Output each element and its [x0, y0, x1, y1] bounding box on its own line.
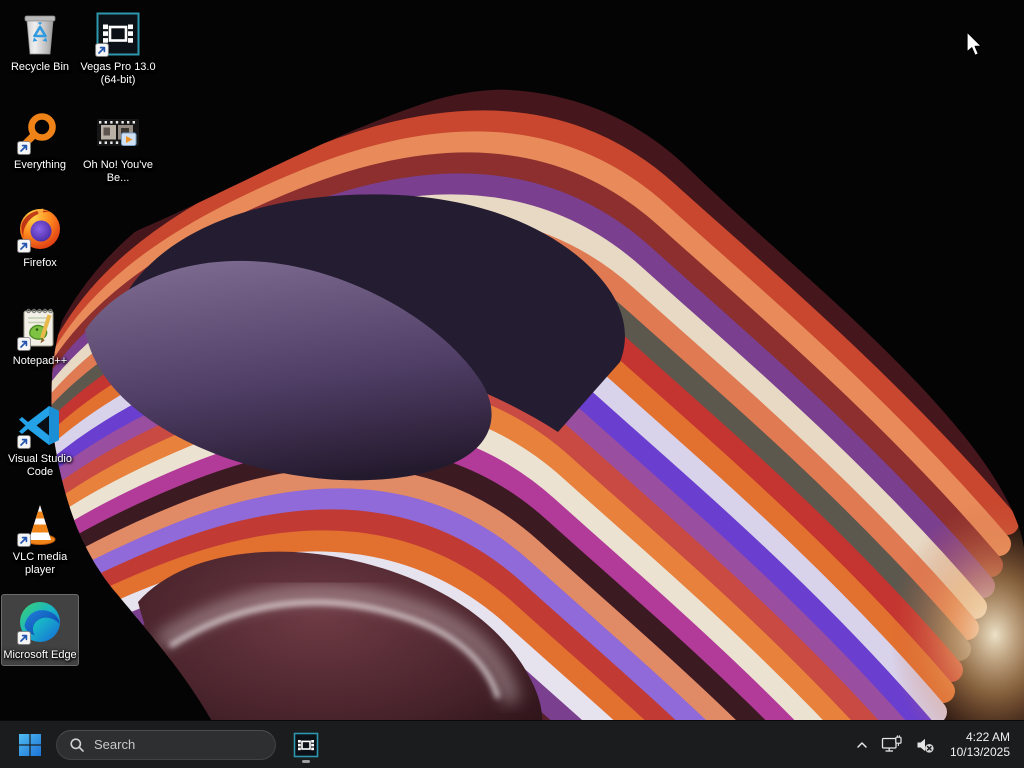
desktop-surface[interactable]: Recycle Bin Vegas Pro 13.0 (64-bit) Ever… [0, 0, 1024, 720]
volume-button[interactable] [910, 725, 940, 765]
desktop-icon-label: VLC media player [12, 551, 68, 576]
volume-muted-icon [917, 738, 934, 753]
desktop-icon-visual-studio-code[interactable]: Visual Studio Code [1, 398, 79, 483]
desktop-icon-label: Visual Studio Code [7, 453, 72, 478]
running-app-indicator [302, 759, 310, 763]
taskbar-clock[interactable]: 4:22 AM 10/13/2025 [950, 730, 1010, 760]
desktop-icon-label: Notepad++ [12, 355, 68, 367]
notepad-plus-plus-icon [16, 304, 64, 352]
desktop-icon-microsoft-edge[interactable]: Microsoft Edge [1, 594, 79, 666]
desktop-icon-label: Firefox [23, 257, 57, 269]
search-icon [70, 737, 84, 752]
visual-studio-code-icon [16, 402, 64, 450]
desktop-icon-label: Recycle Bin [10, 61, 70, 73]
recycle-bin-icon [16, 10, 64, 58]
clock-date: 10/13/2025 [949, 744, 1010, 759]
desktop-icon-firefox[interactable]: Firefox [1, 202, 79, 274]
taskbar-app-vegas-pro[interactable] [286, 725, 326, 765]
everything-search-icon [16, 108, 64, 156]
clock-time: 4:22 AM [965, 729, 1010, 744]
desktop-icon-vegas-pro[interactable]: Vegas Pro 13.0 (64-bit) [79, 6, 157, 91]
desktop-icon-vlc[interactable]: VLC media player [1, 496, 79, 581]
chevron-up-icon [857, 741, 867, 748]
desktop-icon-label: Everything [14, 159, 66, 171]
desktop-icon-oh-no-video[interactable]: Oh No! You've Be... [79, 104, 157, 189]
network-ethernet-icon [881, 734, 902, 752]
video-file-icon [94, 108, 142, 156]
desktop-icon-notepad-plus-plus[interactable]: Notepad++ [1, 300, 79, 372]
desktop-icon-label: Oh No! You've Be... [83, 159, 153, 184]
desktop-icon-label: Vegas Pro 13.0 (64-bit) [80, 61, 156, 86]
hidden-icons-chevron[interactable] [850, 725, 874, 765]
network-button[interactable] [876, 725, 908, 765]
desktop-icon-label: Microsoft Edge [3, 649, 77, 661]
vegas-pro-taskbar-icon [293, 732, 319, 757]
search-placeholder: Search [94, 737, 136, 752]
vlc-icon [16, 500, 64, 548]
desktop-icon-recycle-bin[interactable]: Recycle Bin [1, 6, 79, 78]
taskbar: Search 4:22 AM 10/13/2025 [0, 720, 1024, 768]
taskbar-search[interactable]: Search [56, 729, 276, 760]
start-button[interactable] [10, 725, 50, 765]
system-tray: 4:22 AM 10/13/2025 [850, 721, 1024, 768]
vegas-pro-icon [94, 10, 142, 58]
desktop-icon-everything[interactable]: Everything [1, 104, 79, 176]
firefox-icon [16, 206, 64, 254]
windows-logo-icon [19, 733, 41, 756]
microsoft-edge-icon [16, 598, 64, 646]
